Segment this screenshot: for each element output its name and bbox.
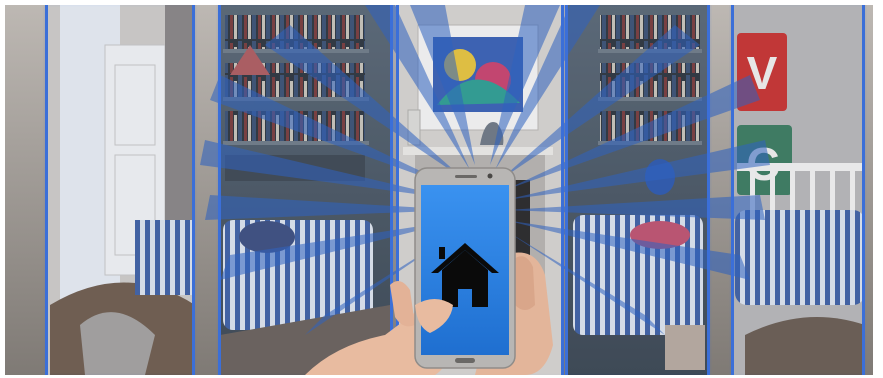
- smart-home-photo: V C: [5, 5, 873, 375]
